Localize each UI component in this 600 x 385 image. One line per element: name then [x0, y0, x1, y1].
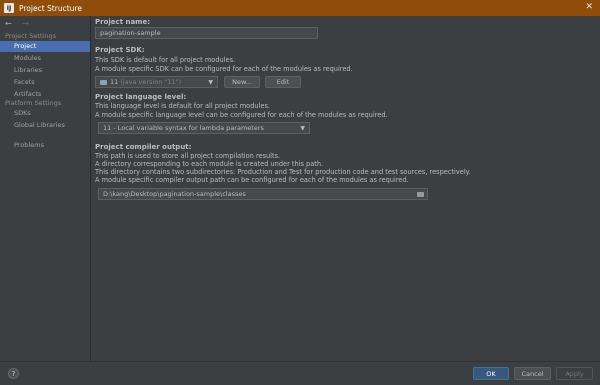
project-name-label: Project name: [95, 18, 151, 26]
window-title: Project Structure [19, 3, 82, 13]
back-arrow-icon[interactable]: ← [5, 19, 16, 28]
sidebar-item-facets[interactable]: Facets [0, 77, 90, 88]
sidebar-item-libraries[interactable]: Libraries [0, 65, 90, 76]
new-sdk-button[interactable]: New... [224, 76, 260, 88]
cancel-button[interactable]: Cancel [514, 367, 551, 380]
compiler-output-path-input[interactable]: D:\kang\Desktop\pagination-sample\classe… [98, 188, 428, 200]
sdk-folder-icon [100, 79, 107, 85]
sidebar-item-project[interactable]: Project [0, 41, 90, 52]
close-icon[interactable]: ✕ [585, 3, 593, 12]
language-level-label: Project language level: [95, 93, 187, 101]
project-name-input[interactable]: pagination-sample [95, 27, 318, 39]
sidebar-item-modules[interactable]: Modules [0, 53, 90, 64]
dialog-footer: ? OK Cancel Apply [0, 361, 600, 385]
project-sdk-label: Project SDK: [95, 46, 145, 54]
ok-button[interactable]: OK [473, 367, 509, 380]
chevron-down-icon: ▼ [300, 125, 305, 132]
project-sdk-desc-2: A module specific SDK can be configured … [95, 65, 353, 73]
compiler-output-path: D:\kang\Desktop\pagination-sample\classe… [103, 190, 246, 198]
forward-arrow-icon[interactable]: → [22, 19, 33, 28]
edit-sdk-button[interactable]: Edit [265, 76, 301, 88]
sidebar-item-global-libraries[interactable]: Global Libraries [0, 120, 90, 131]
sidebar: ← → Project Settings Project Modules Lib… [0, 16, 90, 361]
project-sdk-select[interactable]: 11 (java version "11") ▼ [95, 76, 218, 88]
sidebar-item-problems[interactable]: Problems [0, 140, 90, 151]
intellij-icon: IJ [4, 3, 14, 13]
sdk-version: 11 [110, 78, 119, 86]
project-sdk-desc-1: This SDK is default for all project modu… [95, 56, 236, 64]
platform-settings-header: Platform Settings [5, 99, 62, 107]
chevron-down-icon: ▼ [208, 79, 213, 86]
project-settings-header: Project Settings [5, 32, 56, 40]
language-level-value: 11 - Local variable syntax for lambda pa… [103, 124, 264, 132]
language-level-desc-1: This language level is default for all p… [95, 102, 270, 110]
title-bar: IJ Project Structure ✕ [0, 0, 600, 16]
compiler-output-label: Project compiler output: [95, 143, 192, 151]
nav-arrows: ← → [5, 19, 33, 28]
help-button[interactable]: ? [8, 368, 19, 379]
language-level-desc-2: A module specific language level can be … [95, 111, 388, 119]
apply-button[interactable]: Apply [556, 367, 593, 380]
compiler-output-desc-4: A module specific compiler output path c… [95, 176, 409, 184]
sdk-version-detail: (java version "11") [120, 78, 182, 86]
sidebar-item-sdks[interactable]: SDKs [0, 108, 90, 119]
folder-icon[interactable] [417, 192, 424, 197]
language-level-select[interactable]: 11 - Local variable syntax for lambda pa… [98, 122, 310, 134]
main-content: Project name: pagination-sample Project … [91, 16, 600, 361]
